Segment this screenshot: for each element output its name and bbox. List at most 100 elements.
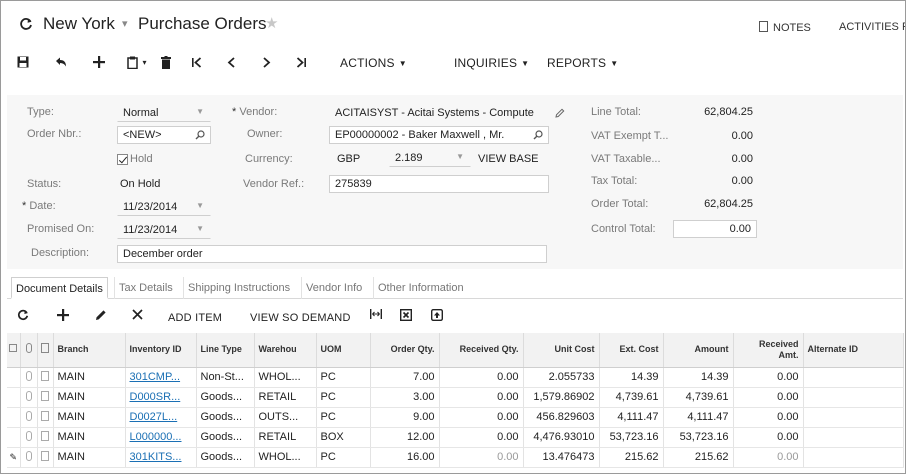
files-button[interactable]: F: [902, 21, 905, 33]
currency-rate-select[interactable]: 2.189 ▼: [389, 149, 471, 167]
cell-branch[interactable]: MAIN: [53, 427, 126, 448]
notes-button[interactable]: NOTES: [759, 21, 811, 34]
vendor-ref-input[interactable]: 275839: [329, 175, 549, 193]
cell-amount[interactable]: 215.62: [663, 447, 734, 468]
cell-order-qty[interactable]: 9.00: [370, 407, 440, 428]
cell-warehouse[interactable]: WHOL...: [254, 367, 317, 388]
cell-received-qty[interactable]: 0.00: [439, 427, 524, 448]
row-note-cell[interactable]: [37, 387, 54, 408]
table-row[interactable]: MAIN D000SR... Goods... RETAIL PC 3.00 0.00 1,5…: [7, 387, 904, 408]
grid-edit-button[interactable]: [95, 309, 107, 321]
row-note-cell[interactable]: [37, 367, 54, 388]
cell-line-type[interactable]: Goods...: [196, 407, 255, 428]
column-header-inventory-id[interactable]: Inventory ID: [125, 333, 197, 368]
row-note-cell[interactable]: [37, 447, 54, 468]
control-total-input[interactable]: 0.00: [673, 220, 757, 238]
search-icon[interactable]: [195, 130, 205, 140]
grid-add-row-button[interactable]: [57, 309, 69, 321]
next-record-button[interactable]: [258, 53, 274, 71]
cell-order-qty[interactable]: 12.00: [370, 427, 440, 448]
table-row[interactable]: MAIN L000000... Goods... RETAIL BOX 12.00 0.00…: [7, 427, 904, 448]
table-row[interactable]: MAIN 301CMP... Non-St... WHOL... PC 7.00 0.00 2…: [7, 367, 904, 388]
cell-unit-cost[interactable]: 1,579.86902: [523, 387, 600, 408]
cell-received-amt[interactable]: 0.00: [733, 427, 804, 448]
column-header-alternate-id[interactable]: Alternate ID: [803, 333, 904, 368]
cell-ext-cost[interactable]: 4,111.47: [599, 407, 664, 428]
row-note-cell[interactable]: [37, 407, 54, 428]
activities-button[interactable]: ACTIVITIES: [839, 21, 899, 33]
row-selector[interactable]: ✎: [7, 447, 21, 468]
column-header-order-qty[interactable]: Order Qty.: [370, 333, 440, 368]
company-selector[interactable]: New York: [43, 14, 115, 34]
cell-alternate-id[interactable]: [803, 407, 904, 428]
last-record-button[interactable]: [293, 53, 309, 71]
cell-received-amt[interactable]: 0.00: [733, 407, 804, 428]
cell-branch[interactable]: MAIN: [53, 387, 126, 408]
view-so-demand-button[interactable]: VIEW SO DEMAND: [250, 312, 351, 324]
cell-order-qty[interactable]: 7.00: [370, 367, 440, 388]
fit-columns-button[interactable]: [370, 309, 382, 319]
cell-line-type[interactable]: Goods...: [196, 447, 255, 468]
cell-alternate-id[interactable]: [803, 387, 904, 408]
column-header-received-amt[interactable]: Received Amt.: [733, 333, 804, 368]
cell-received-qty[interactable]: 0.00: [439, 407, 524, 428]
order-nbr-input[interactable]: <NEW>: [117, 126, 211, 144]
cell-inventory-id[interactable]: D0027L...: [125, 407, 197, 428]
cell-unit-cost[interactable]: 456.829603: [523, 407, 600, 428]
search-icon[interactable]: [533, 130, 543, 140]
tab-other-information[interactable]: Other Information: [373, 277, 468, 299]
cell-ext-cost[interactable]: 53,723.16: [599, 427, 664, 448]
cell-inventory-id[interactable]: 301KITS...: [125, 447, 197, 468]
date-input[interactable]: 11/23/2014 ▼: [117, 198, 211, 216]
edit-pencil-icon[interactable]: [555, 108, 565, 118]
cell-branch[interactable]: MAIN: [53, 367, 126, 388]
copy-paste-button[interactable]: ▾: [123, 53, 151, 71]
cell-uom[interactable]: PC: [316, 367, 371, 388]
row-selector[interactable]: [7, 407, 21, 428]
save-button[interactable]: [15, 53, 31, 71]
cell-amount[interactable]: 4,111.47: [663, 407, 734, 428]
promised-on-input[interactable]: 11/23/2014 ▼: [117, 221, 211, 239]
cell-amount[interactable]: 4,739.61: [663, 387, 734, 408]
row-attachment-cell[interactable]: [20, 367, 38, 388]
cell-warehouse[interactable]: RETAIL: [254, 387, 317, 408]
column-header-amount[interactable]: Amount: [663, 333, 734, 368]
column-header-branch[interactable]: Branch: [53, 333, 126, 368]
refresh-icon[interactable]: [19, 17, 33, 31]
owner-input[interactable]: EP00000002 - Baker Maxwell , Mr.: [329, 126, 549, 144]
cell-ext-cost[interactable]: 215.62: [599, 447, 664, 468]
cell-amount[interactable]: 53,723.16: [663, 427, 734, 448]
cell-unit-cost[interactable]: 13.476473: [523, 447, 600, 468]
row-note-cell[interactable]: [37, 427, 54, 448]
row-attachment-cell[interactable]: [20, 387, 38, 408]
tab-vendor-info[interactable]: Vendor Info: [301, 277, 366, 299]
row-selector[interactable]: [7, 427, 21, 448]
cell-alternate-id[interactable]: [803, 427, 904, 448]
first-record-button[interactable]: [188, 53, 204, 71]
previous-record-button[interactable]: [223, 53, 239, 71]
cell-received-amt[interactable]: 0.00: [733, 447, 804, 468]
cell-alternate-id[interactable]: [803, 367, 904, 388]
cell-amount[interactable]: 14.39: [663, 367, 734, 388]
favorite-star-icon[interactable]: ★: [265, 16, 278, 31]
column-header-warehouse[interactable]: Warehou: [254, 333, 317, 368]
cell-line-type[interactable]: Goods...: [196, 387, 255, 408]
description-input[interactable]: December order: [117, 245, 547, 263]
column-header-ext-cost[interactable]: Ext. Cost: [599, 333, 664, 368]
delete-button[interactable]: [159, 53, 173, 71]
table-row[interactable]: MAIN D0027L... Goods... OUTS... PC 9.00 0.00 45…: [7, 407, 904, 428]
cell-uom[interactable]: BOX: [316, 427, 371, 448]
cell-ext-cost[interactable]: 14.39: [599, 367, 664, 388]
cell-order-qty[interactable]: 3.00: [370, 387, 440, 408]
row-selector[interactable]: [7, 387, 21, 408]
cell-inventory-id[interactable]: 301CMP...: [125, 367, 197, 388]
row-selector[interactable]: [7, 367, 21, 388]
tab-document-details[interactable]: Document Details: [11, 277, 108, 299]
cell-received-qty[interactable]: 0.00: [439, 367, 524, 388]
cell-unit-cost[interactable]: 2.055733: [523, 367, 600, 388]
cell-uom[interactable]: PC: [316, 407, 371, 428]
row-attachment-cell[interactable]: [20, 407, 38, 428]
inquiries-menu[interactable]: INQUIRIES ▼: [454, 56, 529, 70]
cell-unit-cost[interactable]: 4,476.93010: [523, 427, 600, 448]
column-header-received-qty[interactable]: Received Qty.: [439, 333, 524, 368]
